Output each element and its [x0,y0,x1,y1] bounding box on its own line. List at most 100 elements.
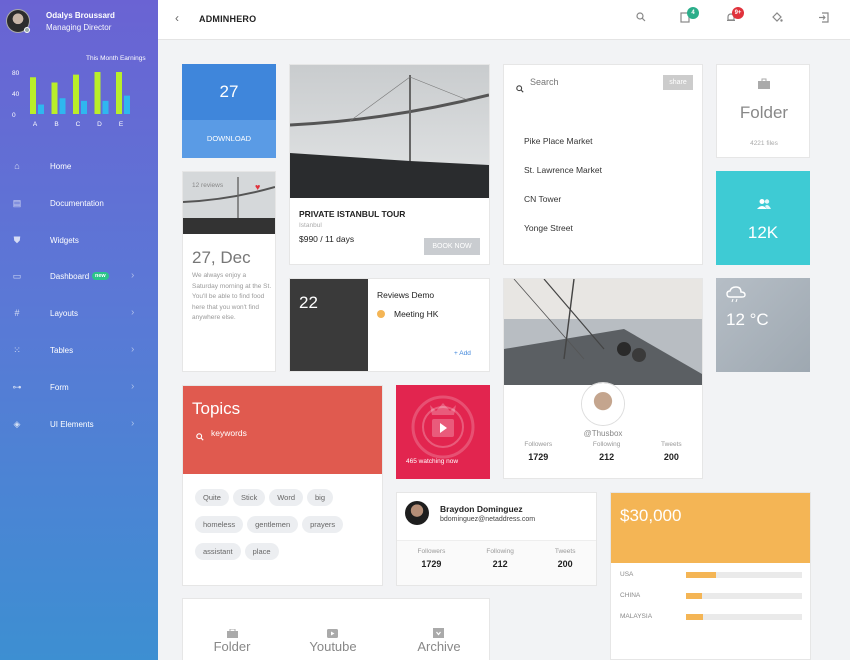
y-tick-label: 80 [12,70,20,77]
progress-fill [686,614,704,620]
sidebar-item-label: Dashboard [50,272,90,282]
tag[interactable]: homeless [195,516,244,533]
bar [73,74,79,114]
toggle-icon: ⊶ [12,381,22,392]
stat-label: Tweets [554,548,576,555]
stat-label: Followers [524,441,553,448]
stat-label: Following [592,441,621,448]
sidebar-item-home[interactable]: ⌂ Home [0,156,158,178]
region-label: MALAYSIA [620,613,653,620]
watching-count: 465 watching now [406,458,459,465]
chevron-right-icon: › [131,380,135,392]
bottom-link-folder[interactable]: Folder [183,639,281,654]
sidebar-item-label: Documentation [50,198,104,208]
tag[interactable]: Word [269,489,303,506]
tag[interactable]: big [307,489,334,506]
money-card: $30,000 USA CHINA MALAYSIA [610,492,811,660]
bridge-image [290,65,489,198]
add-event-link[interactable]: + Add [454,350,471,357]
sidebar-item-form[interactable]: ⊶ Form › [0,377,158,399]
list-item[interactable]: CN Tower [524,194,561,204]
event-dot [377,310,385,318]
sidebar-item-tables[interactable]: ⁙ Tables › [0,340,158,362]
play-icon[interactable] [432,419,454,437]
search-icon [516,80,524,98]
search-input[interactable] [530,77,650,87]
list-item[interactable]: Pike Place Market [524,136,593,146]
list-item[interactable]: St. Lawrence Market [524,165,602,175]
tag[interactable]: Quite [195,489,229,506]
alert-badge: 9+ [732,7,744,19]
stat-value: 1729 [421,559,442,569]
review-count: 12 reviews [192,182,224,189]
video-card[interactable]: 465 watching now [396,385,490,479]
weather-temp: 12 °C [726,310,769,329]
tag[interactable]: prayers [302,516,344,533]
topics-card: Topics keywords Quite Stick Word big homeles… [182,385,383,586]
topics-title: Topics [192,399,241,418]
topics-search-input[interactable]: keywords [211,428,247,438]
y-tick-label: 40 [12,91,20,98]
sidebar-item-label: Home [50,162,72,171]
sidebar-item-dashboard[interactable]: ▭ Dashboard new › [0,266,158,288]
sidebar-item-documentation[interactable]: ▤ Documentation [0,193,158,215]
bottom-link-youtube[interactable]: Youtube [283,639,383,654]
profile-handle: @Thusbox [583,429,623,438]
sidebar-item-layouts[interactable]: # Layouts › [0,303,158,325]
money-header: $30,000 [611,493,810,563]
sidebar-item-ui-elements[interactable]: ◈ UI Elements › [0,414,158,436]
tour-price: $990 / 11 days [299,234,355,244]
avatar[interactable] [582,383,624,425]
sidebar-item-widgets[interactable]: ⛊ Widgets [0,230,158,252]
event-title[interactable]: Meeting HK [394,309,438,319]
tag[interactable]: Stick [232,489,266,506]
x-tick-label: E [119,121,124,128]
folder-title: Folder [739,103,789,122]
bar [30,77,36,114]
contact-email[interactable]: bdominguez@netaddress.com [440,516,535,523]
tour-location: Istanbul [299,222,322,229]
book-now-button[interactable]: BOOK NOW [424,238,480,255]
download-button[interactable]: DOWNLOAD [182,120,276,158]
sidebar: Odalys Broussard Managing Director This … [0,0,158,660]
earnings-title: This Month Earnings [86,55,146,62]
home-icon: ⌂ [14,161,20,171]
bar [38,104,44,114]
avatar[interactable] [405,501,429,525]
share-button[interactable]: share [663,75,693,90]
bottom-links-card: Folder Youtube Archive [182,598,490,660]
folder-card[interactable]: Folder 4221 files [716,64,810,158]
heart-icon[interactable]: ♥ [255,182,260,192]
sidebar-item-label: UI Elements [50,419,94,429]
contact-name: Braydon Dominguez [440,504,523,514]
tag[interactable]: gentlemen [247,516,299,533]
x-tick-label: C [76,121,81,128]
back-button[interactable]: ‹ [175,11,179,25]
status-dot [24,27,30,33]
search-icon[interactable] [636,12,646,25]
users-card[interactable]: 12K [716,171,810,265]
profile-role: Managing Director [46,23,112,32]
tour-card: PRIVATE ISTANBUL TOUR Istanbul $990 / 11… [289,64,490,265]
hash-icon: # [14,308,20,319]
bottom-link-archive[interactable]: Archive [389,639,489,654]
profile[interactable]: Odalys Broussard Managing Director [0,0,158,44]
list-item[interactable]: Yonge Street [524,223,573,233]
chevron-right-icon: › [131,417,135,429]
bar [81,100,87,114]
new-badge: new [92,272,109,281]
progress-track [686,593,802,599]
stat-label: Following [486,548,514,555]
bar [116,72,122,114]
earnings-chart: 80 40 0 A B C D E [12,70,130,128]
download-number: 27 [219,82,239,101]
paint-bucket-icon[interactable] [772,12,783,26]
tag-list: Quite Stick Word big homeless gentlemen prayer… [195,487,380,568]
briefcase-icon [757,77,771,95]
tag[interactable]: assistant [195,543,241,560]
sidebar-item-label: Layouts [50,309,79,319]
users-value: 12K [747,223,779,242]
progress-track [686,614,802,620]
tag[interactable]: place [244,543,279,560]
logout-icon[interactable] [818,12,829,26]
